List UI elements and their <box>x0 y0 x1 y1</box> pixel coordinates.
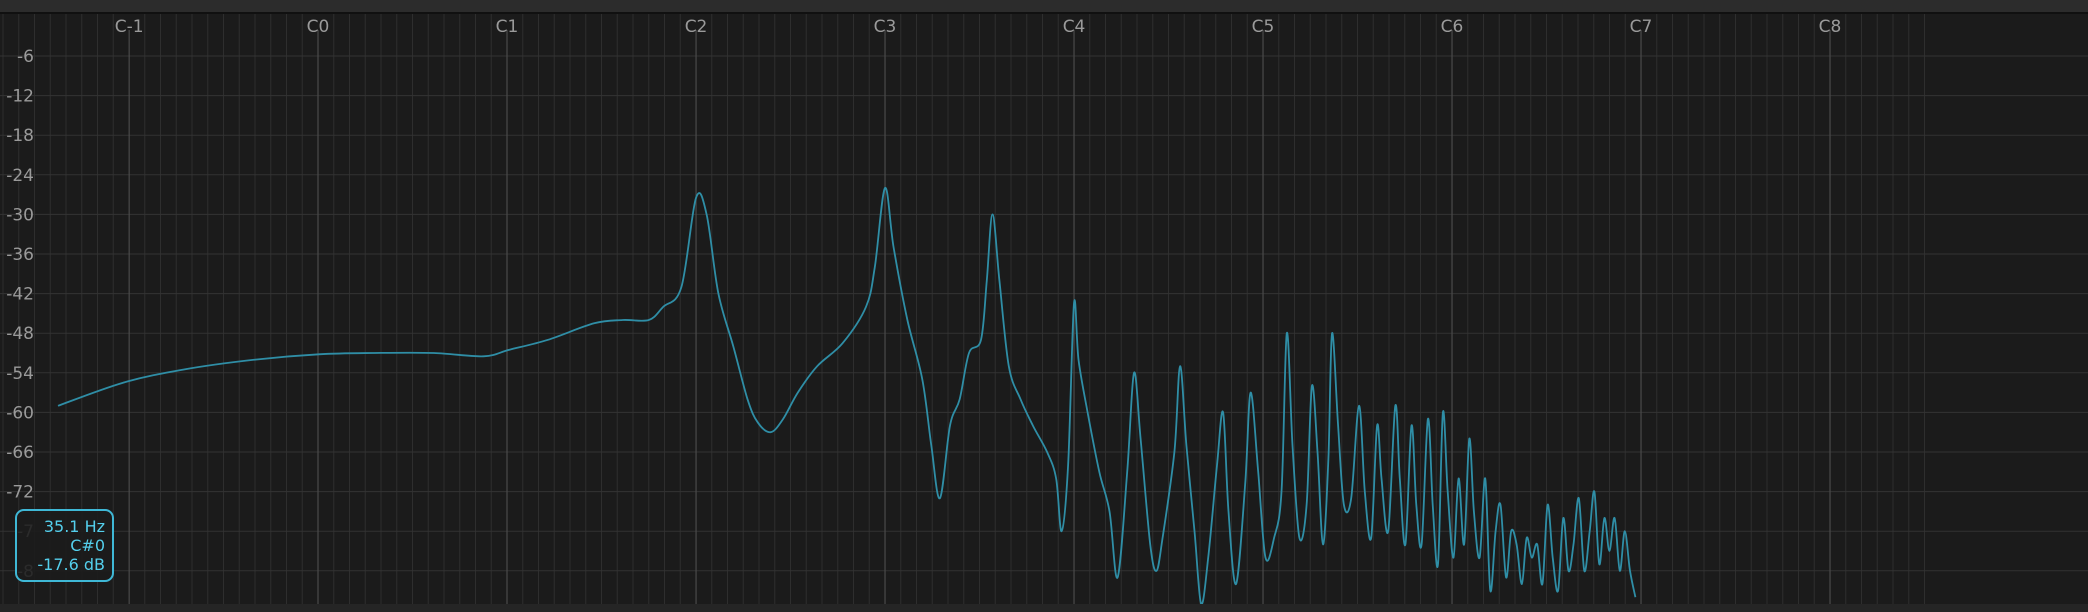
y-tick-label: -36 <box>6 245 34 265</box>
x-tick-label: C7 <box>1630 17 1653 37</box>
x-tick-label: C1 <box>496 17 519 37</box>
y-tick-label: -66 <box>6 443 34 463</box>
y-tick-label: -30 <box>6 205 34 225</box>
x-tick-label: C6 <box>1441 17 1464 37</box>
y-tick-label: -6 <box>17 47 34 67</box>
readout-note: C#0 <box>70 536 105 555</box>
y-tick-label: -24 <box>6 166 34 186</box>
y-tick-label: -18 <box>6 126 34 146</box>
plot-background <box>0 0 2088 612</box>
y-tick-label: -60 <box>6 403 34 423</box>
x-tick-label: C8 <box>1819 17 1842 37</box>
x-tick-label: C2 <box>685 17 708 37</box>
readout-frequency: 35.1 Hz <box>43 517 105 536</box>
spectrum-analyzer-chart[interactable]: C-1 C0 C1 C2 C3 C4 C5 C6 C7 C8 -6 -12 -18 -24 -30 -36 -… <box>0 0 2088 612</box>
y-tick-label: -48 <box>6 324 34 344</box>
y-tick-label: -72 <box>6 483 34 503</box>
x-tick-label: C4 <box>1063 17 1086 37</box>
top-bar <box>0 0 2088 13</box>
x-tick-label: C5 <box>1252 17 1275 37</box>
cursor-readout: 35.1 Hz C#0 -17.6 dB <box>15 509 114 582</box>
y-tick-label: -12 <box>6 87 34 107</box>
bottom-bar <box>0 604 2088 612</box>
top-bar-edge <box>0 12 2088 14</box>
y-tick-label: -42 <box>6 285 34 305</box>
x-tick-label: C0 <box>307 17 330 37</box>
y-tick-label: -54 <box>6 364 34 384</box>
x-tick-label: C-1 <box>115 17 144 37</box>
readout-level: -17.6 dB <box>37 555 105 574</box>
x-tick-label: C3 <box>874 17 897 37</box>
